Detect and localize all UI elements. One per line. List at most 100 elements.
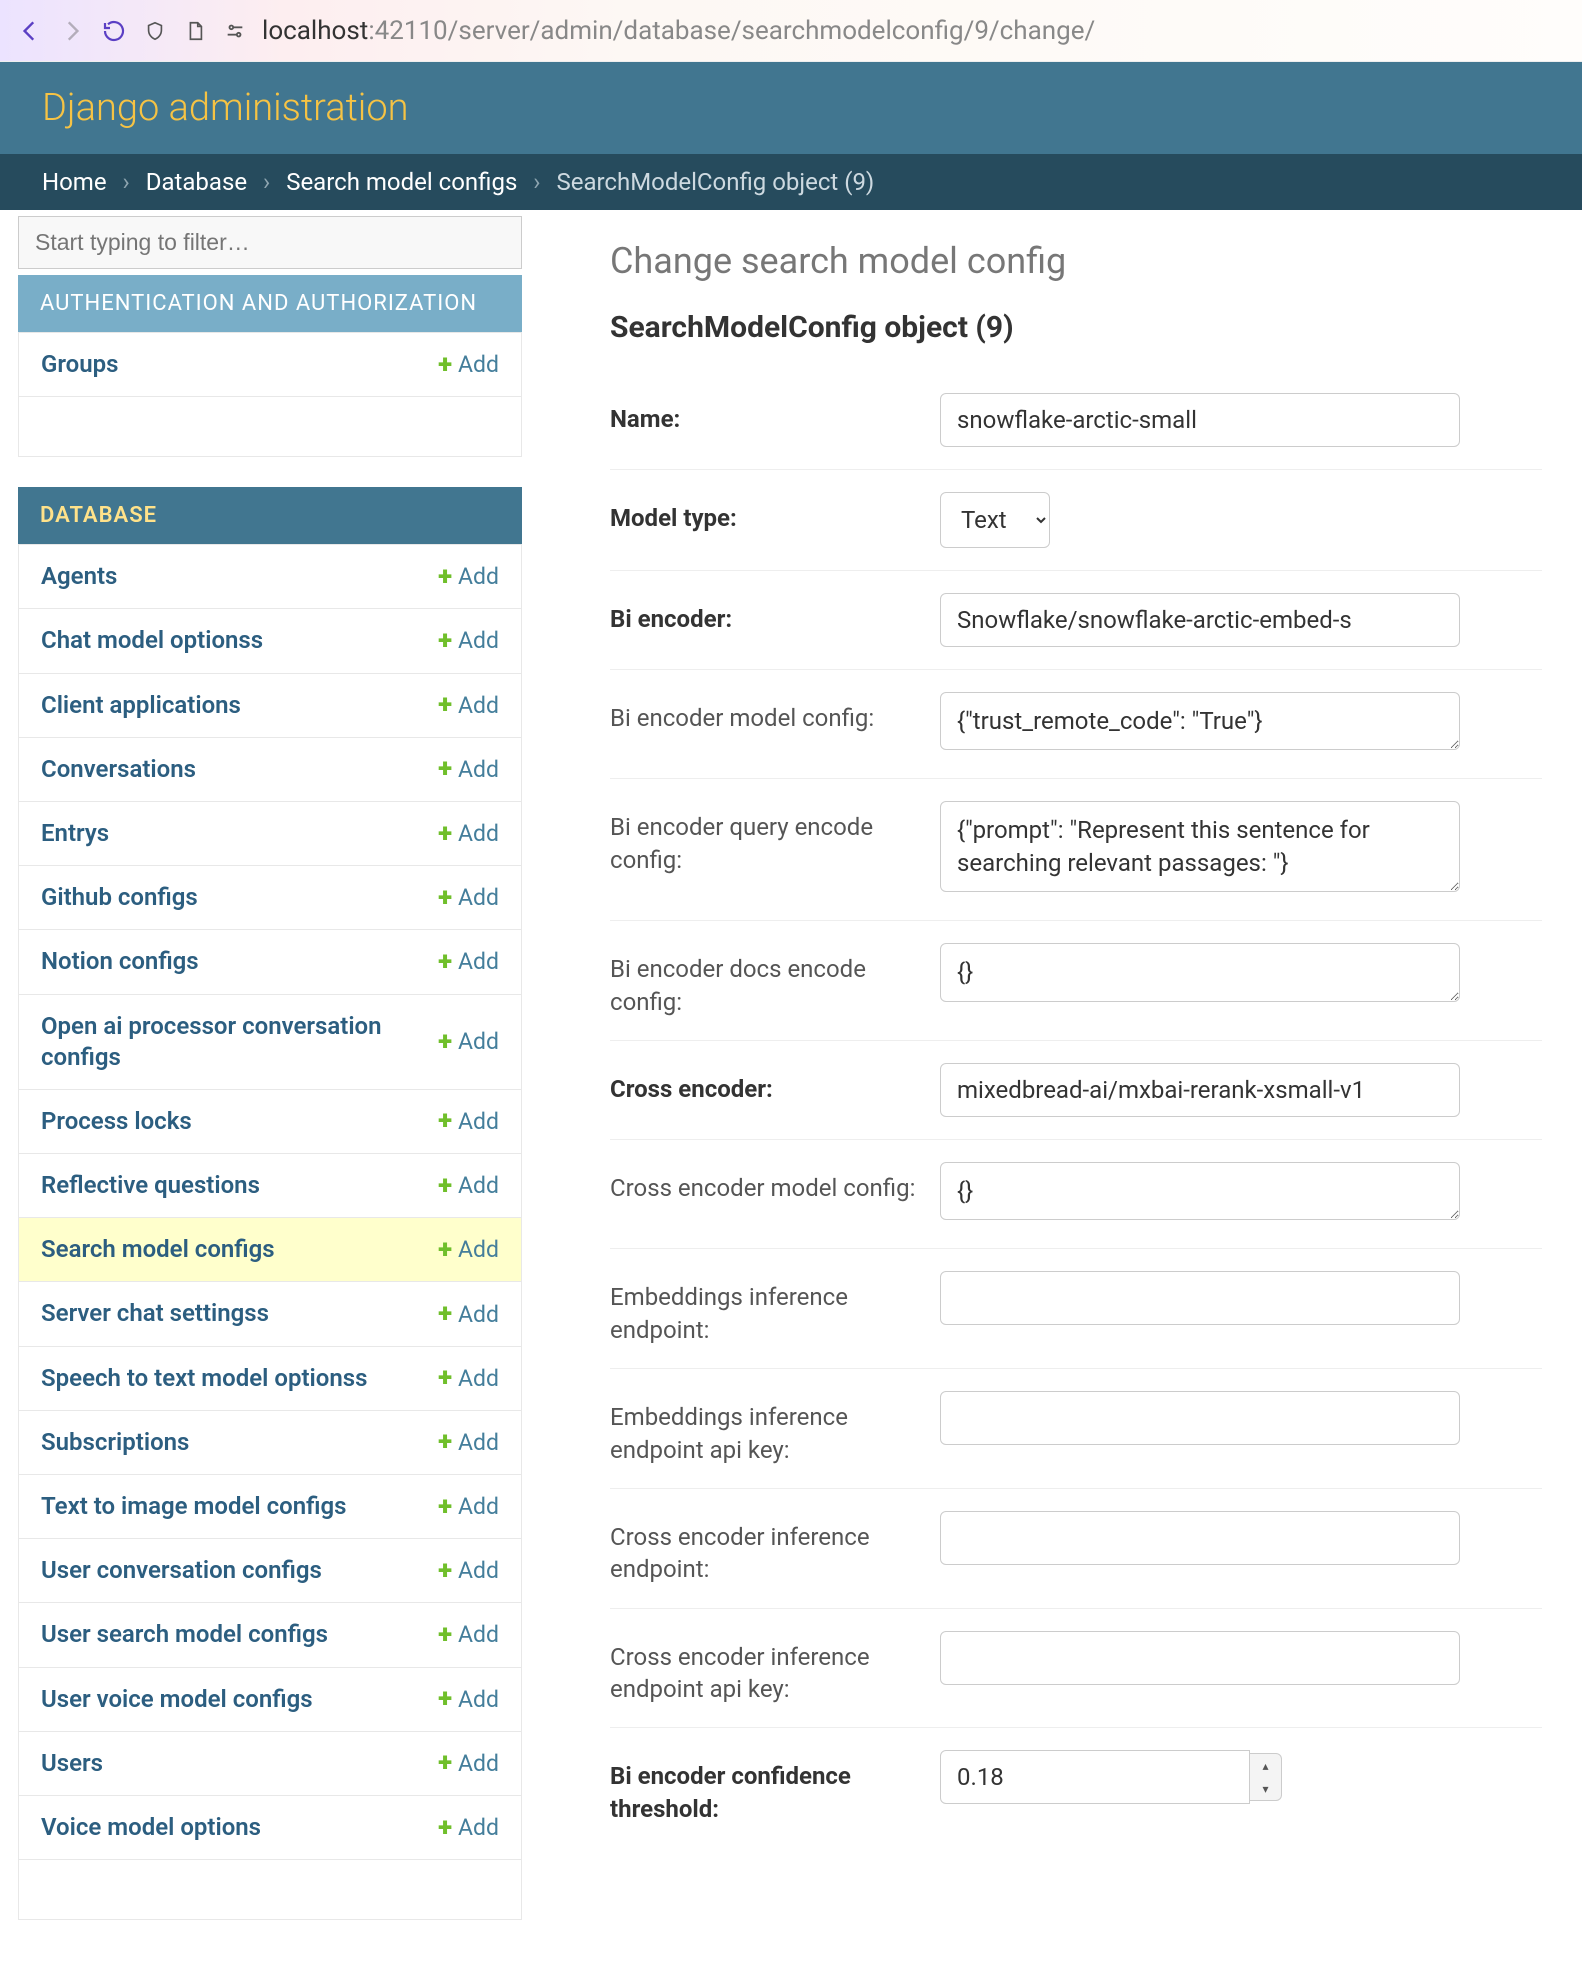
sidebar-item[interactable]: Client applications +Add (19, 673, 521, 737)
sidebar-item-add[interactable]: +Add (438, 884, 499, 911)
chevron-down-icon[interactable]: ▾ (1250, 1777, 1281, 1800)
input-cross-encoder-inference-endpoint[interactable] (940, 1511, 1460, 1565)
textarea-bi-encoder-model-config[interactable]: {"trust_remote_code": "True"} (940, 692, 1460, 750)
sidebar-item-add[interactable]: +Add (438, 692, 499, 719)
sidebar-item[interactable]: Speech to text model optionss +Add (19, 1346, 521, 1410)
chevron-up-icon[interactable]: ▴ (1250, 1754, 1281, 1777)
sidebar-item-label[interactable]: Subscriptions (41, 1427, 189, 1458)
url-host: localhost (262, 16, 368, 46)
sidebar-item-add[interactable]: +Add (438, 1493, 499, 1520)
input-cross-encoder-inference-endpoint-api-key[interactable] (940, 1631, 1460, 1685)
sidebar-item-add[interactable]: +Add (438, 351, 499, 378)
sidebar-item-label[interactable]: Github configs (41, 882, 198, 913)
sidebar-item[interactable]: Github configs +Add (19, 865, 521, 929)
sidebar-item-label[interactable]: Entrys (41, 818, 109, 849)
sidebar-item-label[interactable]: User search model configs (41, 1619, 328, 1650)
shield-icon[interactable] (142, 18, 168, 44)
sidebar-item-label[interactable]: Voice model options (41, 1812, 261, 1843)
sidebar-item-add[interactable]: +Add (438, 1621, 499, 1648)
sidebar-item-label[interactable]: User conversation configs (41, 1555, 322, 1586)
sidebar-item[interactable]: User search model configs +Add (19, 1602, 521, 1666)
sidebar-item[interactable]: Server chat settingss +Add (19, 1281, 521, 1345)
section-header-auth: AUTHENTICATION AND AUTHORIZATION (18, 275, 522, 332)
sidebar-item[interactable]: Chat model optionss +Add (19, 608, 521, 672)
sidebar-item[interactable]: Users +Add (19, 1731, 521, 1795)
sidebar-item[interactable]: Reflective questions +Add (19, 1153, 521, 1217)
sidebar-filter-input[interactable] (18, 216, 522, 269)
sidebar-item[interactable]: User voice model configs +Add (19, 1667, 521, 1731)
input-name[interactable] (940, 393, 1460, 447)
sidebar-item[interactable]: Process locks +Add (19, 1089, 521, 1153)
sidebar-item-add[interactable]: +Add (438, 1557, 499, 1584)
input-embeddings-inference-endpoint[interactable] (940, 1271, 1460, 1325)
sidebar-item-add[interactable]: +Add (438, 756, 499, 783)
select-model-type[interactable]: Text (940, 492, 1050, 548)
sidebar-item[interactable]: Conversations +Add (19, 737, 521, 801)
sidebar-item-label[interactable]: Agents (41, 561, 117, 592)
permissions-icon[interactable] (222, 18, 248, 44)
sidebar-item-add[interactable]: +Add (438, 1686, 499, 1713)
sidebar-item[interactable]: Voice model options +Add (19, 1795, 521, 1859)
sidebar-item-add[interactable]: +Add (438, 1365, 499, 1392)
textarea-bi-encoder-query-encode-config[interactable]: {"prompt": "Represent this sentence for … (940, 801, 1460, 892)
sidebar-item-add[interactable]: +Add (438, 1750, 499, 1777)
sidebar-item-label[interactable]: Server chat settingss (41, 1298, 269, 1329)
sidebar-item[interactable]: User conversation configs +Add (19, 1538, 521, 1602)
input-embeddings-inference-endpoint-api-key[interactable] (940, 1391, 1460, 1445)
sidebar-item-label[interactable]: Chat model optionss (41, 625, 263, 656)
sidebar-item-add[interactable]: +Add (438, 1236, 499, 1263)
input-bi-encoder-confidence-threshold[interactable] (940, 1750, 1250, 1804)
plus-icon: + (438, 949, 452, 975)
sidebar-item[interactable]: Entrys +Add (19, 801, 521, 865)
sidebar-item-add[interactable]: +Add (438, 820, 499, 847)
sidebar-item-add[interactable]: +Add (438, 563, 499, 590)
sidebar-item-label[interactable]: Users (41, 1748, 103, 1779)
breadcrumb-home[interactable]: Home (42, 168, 107, 196)
sidebar-item-label[interactable]: Groups (41, 349, 118, 380)
sidebar-item[interactable]: Subscriptions +Add (19, 1410, 521, 1474)
sidebar-item-add[interactable]: +Add (438, 1028, 499, 1055)
sidebar-item-add[interactable]: +Add (438, 948, 499, 975)
add-label: Add (458, 1365, 499, 1392)
sidebar-item-label[interactable]: Notion configs (41, 946, 199, 977)
sidebar-item-add[interactable]: +Add (438, 1172, 499, 1199)
section-header-database[interactable]: DATABASE (18, 487, 522, 544)
sidebar-item-label[interactable]: Open ai processor conversation configs (41, 1011, 391, 1073)
textarea-bi-encoder-docs-encode-config[interactable]: {} (940, 943, 1460, 1001)
sidebar-item-label[interactable]: Speech to text model optionss (41, 1363, 367, 1394)
sidebar: AUTHENTICATION AND AUTHORIZATION Groups +… (0, 210, 540, 1980)
sidebar-item-label[interactable]: Process locks (41, 1106, 192, 1137)
sidebar-item-add[interactable]: +Add (438, 1814, 499, 1841)
add-label: Add (458, 1236, 499, 1263)
sidebar-item-label[interactable]: Search model configs (41, 1234, 275, 1265)
input-bi-encoder[interactable] (940, 593, 1460, 647)
add-label: Add (458, 1172, 499, 1199)
sidebar-item-label[interactable]: Client applications (41, 690, 241, 721)
breadcrumb-configs[interactable]: Search model configs (286, 168, 517, 196)
breadcrumb-database[interactable]: Database (146, 168, 247, 196)
number-stepper[interactable]: ▴▾ (1250, 1753, 1282, 1801)
sidebar-item[interactable]: Groups +Add (19, 332, 521, 396)
sidebar-item[interactable]: Open ai processor conversation configs +A… (19, 994, 521, 1089)
breadcrumb-current: SearchModelConfig object (9) (556, 168, 874, 196)
sidebar-item[interactable]: Agents +Add (19, 544, 521, 608)
url-text[interactable]: localhost:42110/server/admin/database/se… (262, 16, 1566, 46)
sidebar-item[interactable]: Search model configs +Add (19, 1217, 521, 1281)
sidebar-item-add[interactable]: +Add (438, 1429, 499, 1456)
sidebar-item-label[interactable]: Conversations (41, 754, 196, 785)
sidebar-item-add[interactable]: +Add (438, 1301, 499, 1328)
sidebar-item[interactable]: Notion configs +Add (19, 929, 521, 993)
plus-icon: + (438, 885, 452, 911)
sidebar-item-label[interactable]: User voice model configs (41, 1684, 313, 1715)
nav-back-icon[interactable] (16, 17, 44, 45)
page-icon[interactable] (182, 18, 208, 44)
sidebar-item-label[interactable]: Text to image model configs (41, 1491, 346, 1522)
sidebar-item-label[interactable]: Reflective questions (41, 1170, 260, 1201)
textarea-cross-encoder-model-config[interactable]: {} (940, 1162, 1460, 1220)
reload-icon[interactable] (100, 17, 128, 45)
sidebar-item-add[interactable]: +Add (438, 627, 499, 654)
sidebar-item-add[interactable]: +Add (438, 1108, 499, 1135)
breadcrumb: Home › Database › Search model configs ›… (0, 154, 1582, 210)
input-cross-encoder[interactable] (940, 1063, 1460, 1117)
sidebar-item[interactable]: Text to image model configs +Add (19, 1474, 521, 1538)
